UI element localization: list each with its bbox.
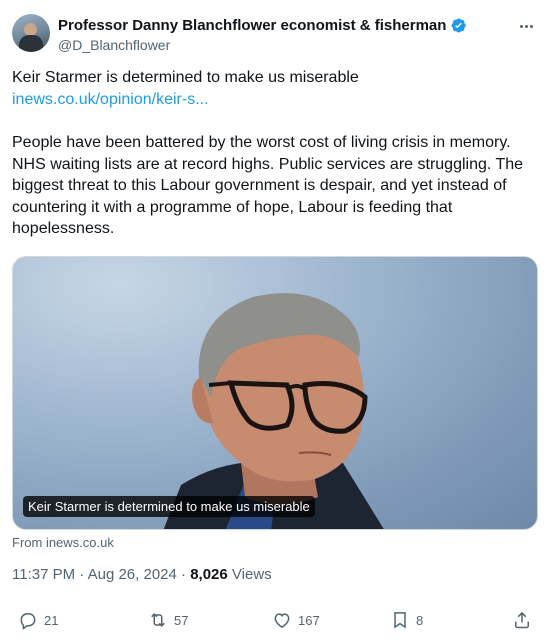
- reply-button[interactable]: 21: [18, 610, 58, 630]
- card-caption: Keir Starmer is determined to make us mi…: [23, 496, 315, 517]
- link-card-image[interactable]: Keir Starmer is determined to make us mi…: [12, 256, 538, 530]
- tweet-header: Professor Danny Blanchflower economist &…: [12, 12, 538, 56]
- author-display-name[interactable]: Professor Danny Blanchflower economist &…: [58, 17, 446, 34]
- repost-count: 57: [174, 612, 189, 628]
- meta-separator: ·: [79, 566, 85, 583]
- reply-count: 21: [44, 612, 59, 628]
- portrait-illustration: [163, 293, 384, 529]
- card-source[interactable]: From inews.co.uk: [12, 535, 114, 550]
- repost-button[interactable]: 57: [148, 610, 188, 630]
- tweet-link[interactable]: inews.co.uk/opinion/keir-s...: [12, 89, 536, 111]
- share-button[interactable]: [512, 610, 532, 630]
- tweet-time[interactable]: 11:37 PM: [12, 566, 75, 583]
- bookmark-button[interactable]: 8: [390, 610, 423, 630]
- bookmark-icon: [394, 612, 406, 629]
- share-icon: [515, 611, 529, 629]
- author-handle[interactable]: @D_Blanchflower: [58, 37, 170, 53]
- repost-icon: [151, 613, 165, 627]
- verified-badge-icon: [450, 17, 467, 34]
- tweet-headline: Keir Starmer is determined to make us mi…: [12, 69, 359, 86]
- views-label: Views: [231, 566, 272, 583]
- tweet-body: People have been battered by the worst c…: [12, 134, 524, 237]
- avatar[interactable]: [12, 14, 50, 52]
- reply-icon: [20, 613, 36, 630]
- bookmark-count: 8: [416, 612, 424, 628]
- author-name-row: Professor Danny Blanchflower economist &…: [58, 17, 467, 34]
- tweet-meta: 11:37 PM · Aug 26, 2024 · 8,026 Views: [12, 566, 272, 583]
- like-icon: [274, 613, 290, 628]
- action-bar: 21 57 167 8: [12, 610, 538, 632]
- like-count: 167: [298, 612, 320, 628]
- meta-separator-2: ·: [181, 566, 187, 583]
- tweet-text: Keir Starmer is determined to make us mi…: [12, 67, 536, 240]
- like-button[interactable]: 167: [272, 610, 320, 630]
- views-count: 8,026: [190, 566, 228, 583]
- tweet-date[interactable]: Aug 26, 2024: [88, 566, 177, 583]
- more-icon[interactable]: [516, 16, 536, 36]
